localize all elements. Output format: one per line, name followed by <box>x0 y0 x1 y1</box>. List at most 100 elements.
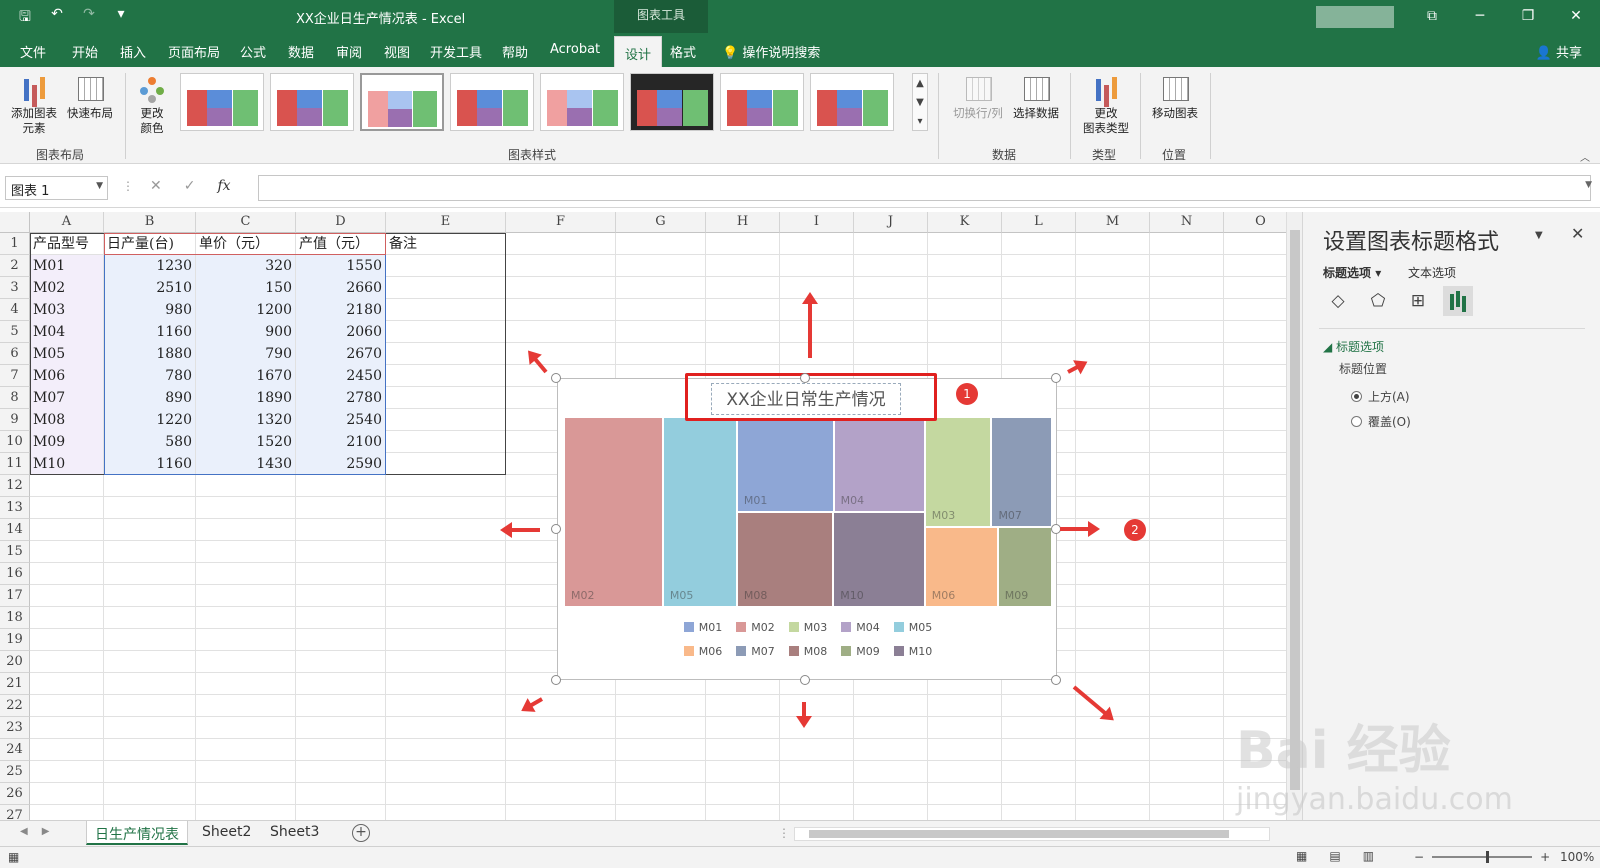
chart-style-3[interactable] <box>360 73 444 131</box>
resize-handle-bottom-right[interactable] <box>1051 675 1061 685</box>
page-layout-view-icon[interactable]: ▤ <box>1329 849 1340 863</box>
chart-options-icon[interactable] <box>1443 286 1473 316</box>
table-cell[interactable]: 1520 <box>196 431 295 453</box>
row-header[interactable]: 18 <box>0 607 30 629</box>
row-header[interactable]: 21 <box>0 673 30 695</box>
table-cell[interactable]: 780 <box>104 365 195 387</box>
scrollbar-thumb[interactable] <box>1290 230 1300 790</box>
chart-legend[interactable]: M01 M02 M03 M04 M05 M06 M07 M08 M09 M10 <box>558 615 1058 663</box>
table-cell[interactable]: 980 <box>104 299 195 321</box>
change-chart-type-button[interactable]: 更改 图表类型 <box>1076 73 1136 136</box>
zoom-slider-knob[interactable] <box>1486 851 1490 863</box>
share-button[interactable]: 👤 共享 <box>1536 42 1582 61</box>
tab-splitter[interactable]: ⋮ <box>778 826 790 840</box>
tab-data[interactable]: 数据 <box>288 42 314 61</box>
quick-layout-button[interactable]: 快速布局 <box>62 73 118 121</box>
tab-text-options[interactable]: 文本选项 <box>1408 264 1456 281</box>
row-header[interactable]: 16 <box>0 563 30 585</box>
fill-line-icon[interactable]: ◇ <box>1323 286 1353 316</box>
gallery-more-icon[interactable]: ▾ <box>913 112 927 131</box>
normal-view-icon[interactable]: ▦ <box>1296 849 1307 863</box>
row-header[interactable]: 23 <box>0 717 30 739</box>
account-avatar[interactable] <box>1316 6 1394 28</box>
legend-item[interactable]: M06 <box>683 645 722 658</box>
tab-formulas[interactable]: 公式 <box>240 42 266 61</box>
size-properties-icon[interactable]: ⊞ <box>1403 286 1433 316</box>
table-cell[interactable] <box>386 409 505 431</box>
table-cell[interactable]: 2060 <box>296 321 385 343</box>
formula-bar-splitter[interactable]: ⋮ <box>122 179 134 193</box>
column-header[interactable]: M <box>1076 212 1150 233</box>
column-header[interactable]: D <box>296 212 386 233</box>
formula-input[interactable] <box>258 175 1591 201</box>
radio-overlay[interactable]: 覆盖(O) <box>1351 413 1411 430</box>
table-cell[interactable]: 790 <box>196 343 295 365</box>
legend-item[interactable]: M03 <box>788 621 827 634</box>
table-cell[interactable]: 2660 <box>296 277 385 299</box>
radio-above[interactable]: 上方(A) <box>1351 388 1410 405</box>
table-cell[interactable] <box>386 299 505 321</box>
pane-options-icon[interactable]: ▼ <box>1535 230 1543 241</box>
row-header[interactable]: 8 <box>0 387 30 409</box>
legend-item[interactable]: M05 <box>893 621 932 634</box>
horizontal-scrollbar[interactable] <box>794 827 1270 841</box>
table-cell[interactable]: 2180 <box>296 299 385 321</box>
tab-home[interactable]: 开始 <box>72 42 98 61</box>
undo-icon[interactable]: ↶ <box>46 6 68 30</box>
table-cell[interactable] <box>386 321 505 343</box>
table-cell[interactable]: 2450 <box>296 365 385 387</box>
collapse-ribbon-icon[interactable]: ︿ <box>1580 149 1590 164</box>
column-header[interactable]: G <box>616 212 706 233</box>
treemap-tile[interactable]: M08 <box>736 512 834 607</box>
row-header[interactable]: 1 <box>0 233 30 255</box>
table-cell[interactable] <box>386 431 505 453</box>
resize-handle-top-left[interactable] <box>551 373 561 383</box>
table-cell[interactable]: 1160 <box>104 321 195 343</box>
treemap-tile[interactable]: M06 <box>924 527 998 607</box>
table-cell[interactable]: M06 <box>30 365 103 387</box>
table-cell[interactable] <box>386 453 505 475</box>
sheet-tab-daily[interactable]: 日生产情况表 <box>86 821 188 845</box>
column-header[interactable]: L <box>1002 212 1076 233</box>
column-header[interactable]: O <box>1224 212 1286 233</box>
restore-icon[interactable]: ❐ <box>1504 0 1552 33</box>
close-icon[interactable]: ✕ <box>1552 0 1600 33</box>
column-header[interactable]: E <box>386 212 506 233</box>
minimize-icon[interactable]: ─ <box>1456 0 1504 33</box>
treemap-chart[interactable]: XX企业日常生产情况 M02 M05 M01 M04 M08 M10 M03 M07 M06 M0… <box>557 378 1057 680</box>
chart-style-7[interactable] <box>720 73 804 131</box>
row-header[interactable]: 12 <box>0 475 30 497</box>
zoom-out-icon[interactable]: − <box>1414 850 1424 864</box>
save-icon[interactable]: 🖫 <box>14 6 36 30</box>
add-sheet-button[interactable]: + <box>352 824 370 842</box>
move-chart-button[interactable]: 移动图表 <box>1144 73 1206 121</box>
table-cell[interactable] <box>386 365 505 387</box>
row-header[interactable]: 27 <box>0 805 30 820</box>
gallery-scroll[interactable]: ▲ ▼ ▾ <box>912 73 928 131</box>
row-header[interactable]: 4 <box>0 299 30 321</box>
row-header[interactable]: 20 <box>0 651 30 673</box>
table-header-cell[interactable]: 日产量(台) <box>104 233 195 255</box>
column-header[interactable]: C <box>196 212 296 233</box>
column-header[interactable]: K <box>928 212 1002 233</box>
tab-acrobat[interactable]: Acrobat <box>550 42 600 57</box>
cancel-icon[interactable]: ✕ <box>150 178 162 194</box>
prev-sheet-icon[interactable]: ◀ <box>20 826 28 837</box>
chart-style-1[interactable] <box>180 73 264 131</box>
tab-insert[interactable]: 插入 <box>120 42 146 61</box>
legend-item[interactable]: M08 <box>788 645 827 658</box>
legend-item[interactable]: M07 <box>736 645 775 658</box>
table-cell[interactable]: 2670 <box>296 343 385 365</box>
column-header[interactable]: H <box>706 212 780 233</box>
row-header[interactable]: 11 <box>0 453 30 475</box>
insert-function-icon[interactable]: fx <box>217 178 230 194</box>
row-header[interactable]: 22 <box>0 695 30 717</box>
table-cell[interactable]: M10 <box>30 453 103 475</box>
tab-format[interactable]: 格式 <box>670 42 696 61</box>
tab-title-options[interactable]: 标题选项 ▾ <box>1323 264 1381 281</box>
legend-item[interactable]: M02 <box>736 621 775 634</box>
expand-formula-icon[interactable]: ▼ <box>1585 180 1592 190</box>
table-cell[interactable]: 1160 <box>104 453 195 475</box>
sheet-tab-sheet2[interactable]: Sheet2 <box>194 821 259 845</box>
resize-handle-bottom-left[interactable] <box>551 675 561 685</box>
